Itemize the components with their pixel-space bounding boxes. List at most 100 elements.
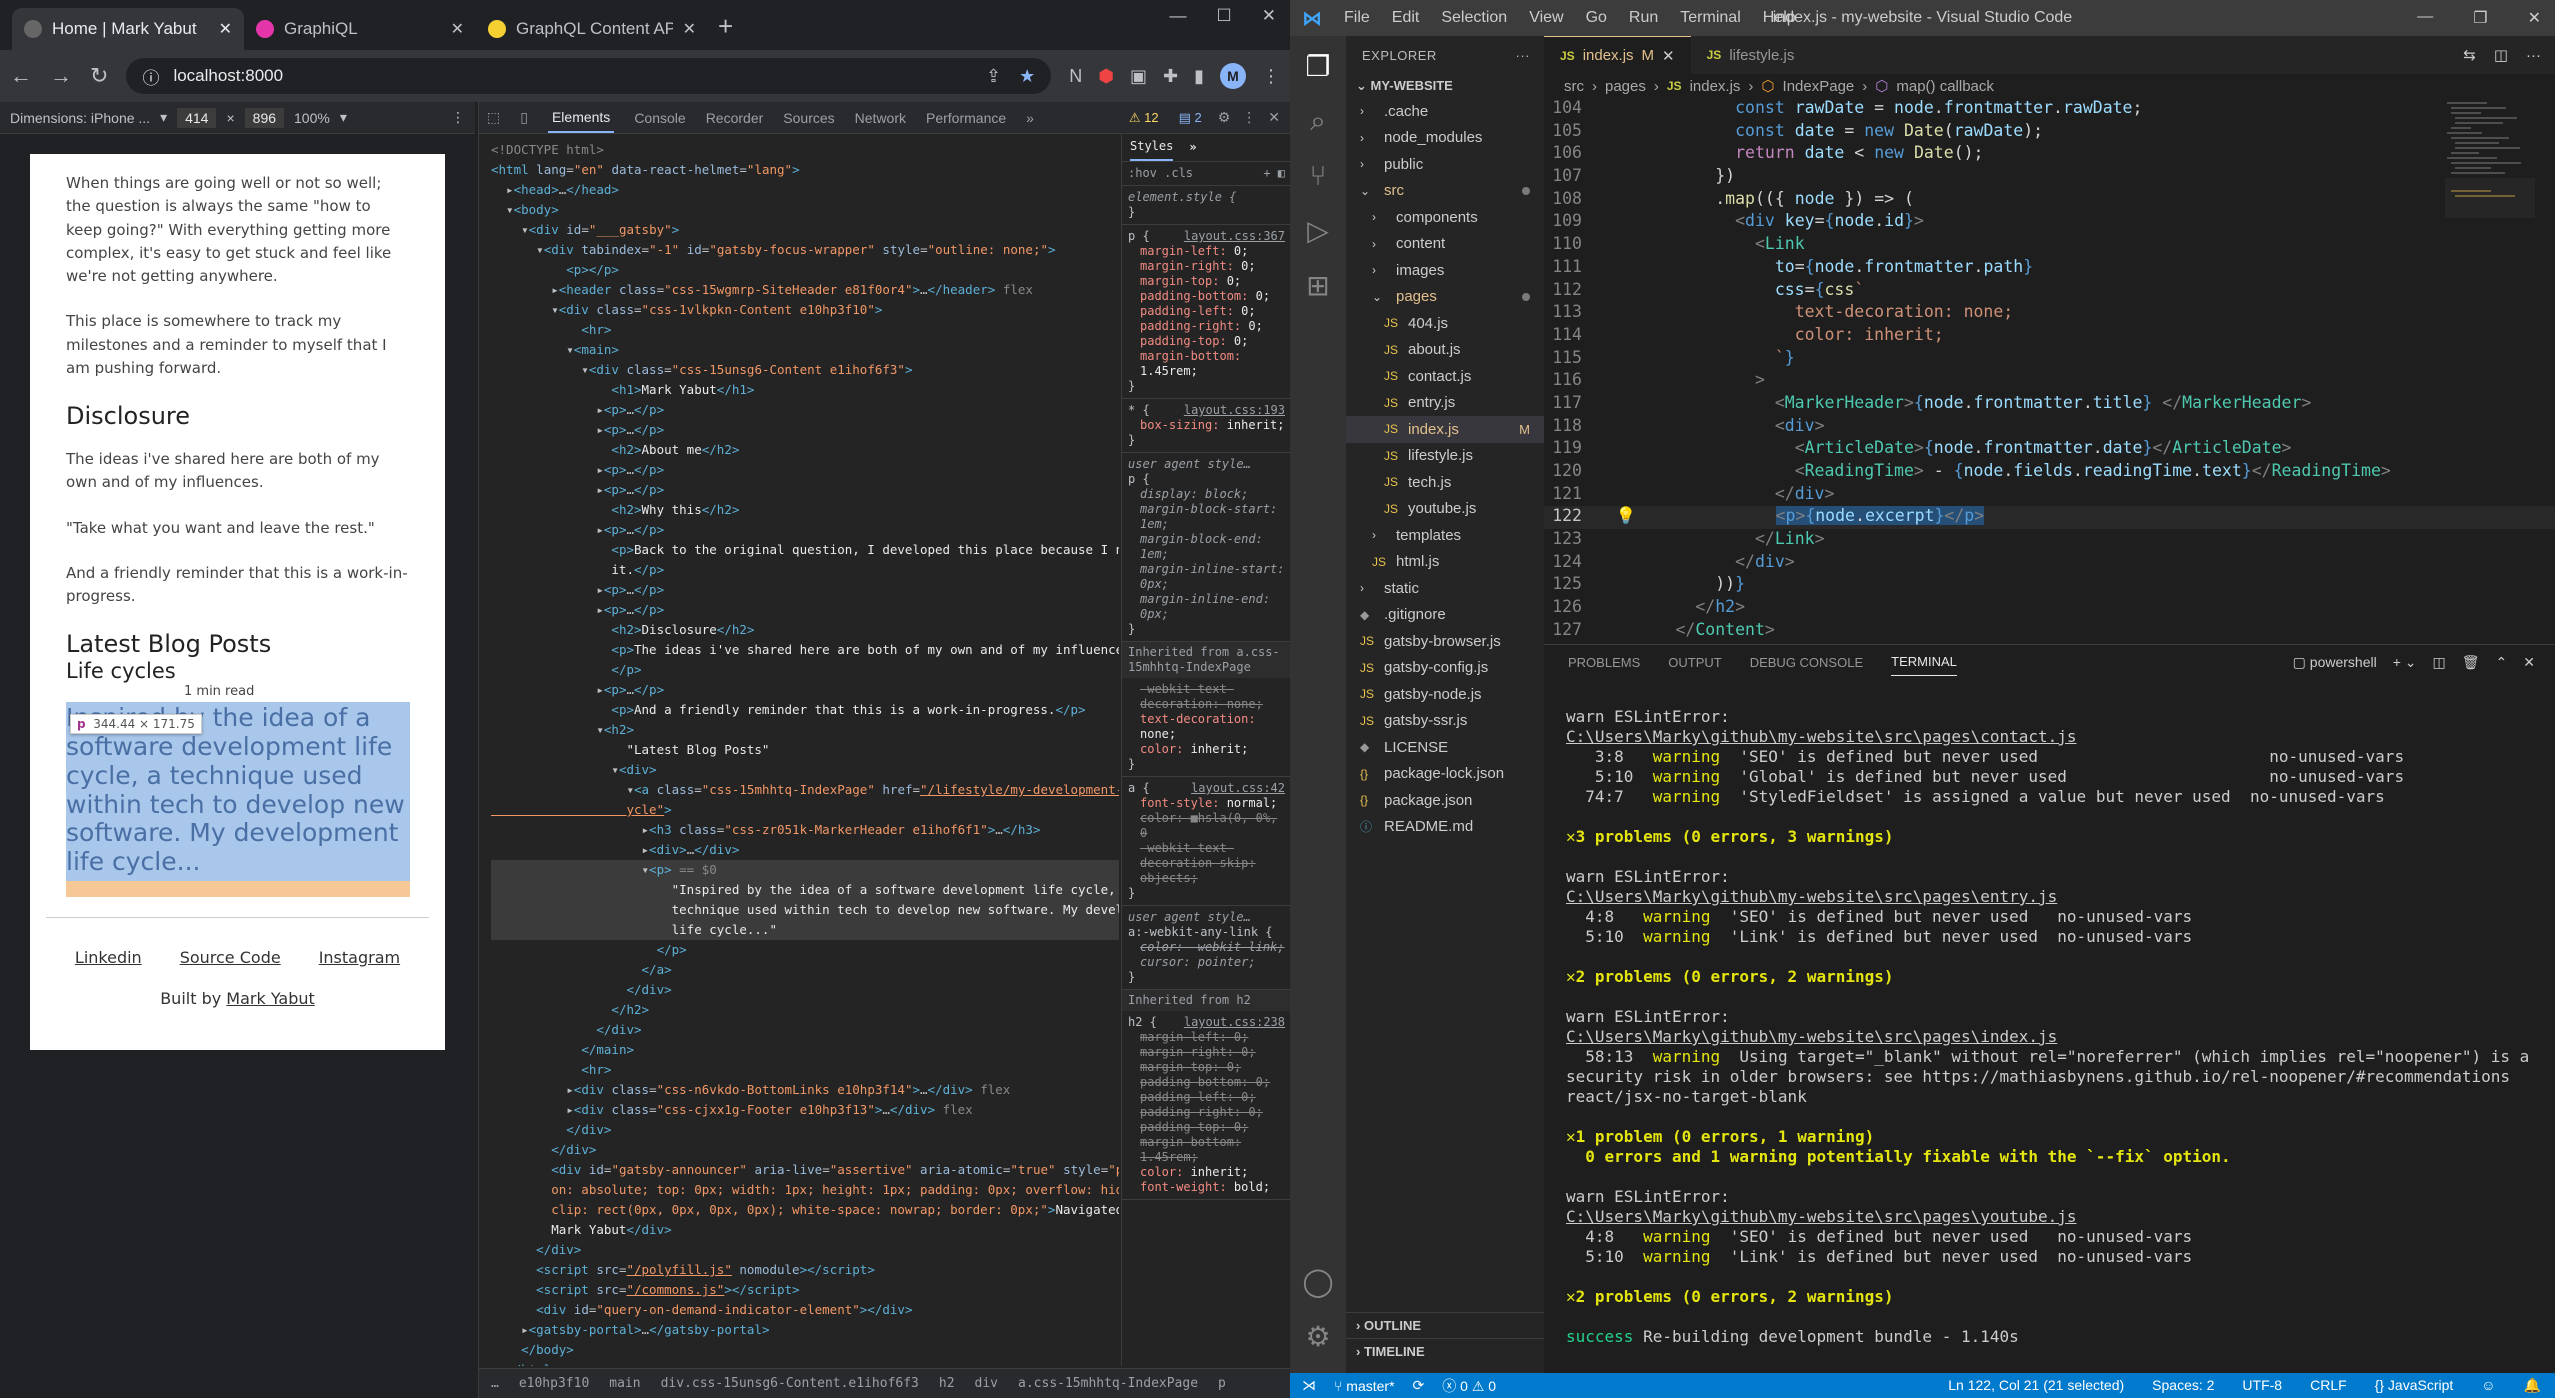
file-tree-item[interactable]: › images bbox=[1346, 257, 1544, 284]
author-link[interactable]: Mark Yabut bbox=[226, 989, 314, 1008]
new-tab-button[interactable]: + bbox=[718, 11, 733, 42]
warning-badge[interactable]: ⚠ 12 bbox=[1125, 110, 1163, 126]
timeline-section[interactable]: › TIMELINE bbox=[1346, 1338, 1544, 1364]
encoding[interactable]: UTF-8 bbox=[2242, 1377, 2282, 1394]
editor-tab-index[interactable]: JS index.js M ✕ bbox=[1544, 36, 1691, 74]
explorer-files-icon[interactable]: ❐ bbox=[1305, 50, 1330, 83]
tab-problems[interactable]: PROBLEMS bbox=[1568, 655, 1640, 670]
terminal-output[interactable]: warn ESLintError: C:\Users\Marky\github\… bbox=[1544, 679, 2555, 1347]
file-tree-item[interactable]: JS gatsby-ssr.js bbox=[1346, 708, 1544, 735]
editor-tab-lifestyle[interactable]: JS lifestyle.js bbox=[1691, 36, 1811, 74]
device-more-icon[interactable]: ⋮ bbox=[451, 109, 465, 126]
close-panel-icon[interactable]: ✕ bbox=[2523, 654, 2535, 671]
file-tree-item[interactable]: ⌄ src bbox=[1346, 178, 1544, 205]
restore-icon[interactable]: ❐ bbox=[2473, 8, 2487, 28]
file-tree-item[interactable]: JS gatsby-browser.js bbox=[1346, 628, 1544, 655]
tab-network[interactable]: Network bbox=[855, 110, 906, 126]
menu-run[interactable]: Run bbox=[1629, 9, 1658, 27]
kill-terminal-icon[interactable]: 🗑 bbox=[2462, 654, 2480, 671]
editor-more-icon[interactable]: ··· bbox=[2526, 47, 2541, 64]
crumb-item[interactable]: src bbox=[1564, 78, 1584, 95]
inspect-icon[interactable]: ⬚ bbox=[487, 109, 500, 126]
menu-selection[interactable]: Selection bbox=[1441, 9, 1507, 27]
file-tree-item[interactable]: › content bbox=[1346, 231, 1544, 258]
zoom-select[interactable]: 100% bbox=[294, 110, 330, 126]
menu-edit[interactable]: Edit bbox=[1392, 9, 1420, 27]
menu-file[interactable]: File bbox=[1344, 9, 1370, 27]
file-tree-item[interactable]: › .cache bbox=[1346, 98, 1544, 125]
minimap[interactable] bbox=[2445, 98, 2535, 398]
minimize-icon[interactable]: — bbox=[2417, 8, 2433, 28]
remote-icon[interactable]: ⋊ bbox=[1302, 1377, 1316, 1394]
file-tree-item[interactable]: ⌄ pages bbox=[1346, 284, 1544, 311]
source-control-icon[interactable]: ⑂ bbox=[1310, 160, 1327, 192]
extensions-icon[interactable]: ⊞ bbox=[1306, 269, 1329, 302]
minimize-icon[interactable]: — bbox=[1170, 6, 1187, 26]
linkedin-link[interactable]: Linkedin bbox=[75, 948, 142, 967]
file-tree-item[interactable]: {} package.json bbox=[1346, 787, 1544, 814]
menu-go[interactable]: Go bbox=[1586, 9, 1607, 27]
extension-icon[interactable]: ▣ bbox=[1130, 66, 1147, 87]
more-styles-icon[interactable]: » bbox=[1189, 140, 1196, 155]
tab-performance[interactable]: Performance bbox=[926, 110, 1006, 126]
close-tab-icon[interactable]: ✕ bbox=[451, 19, 464, 39]
browser-tab-contentful[interactable]: GraphQL Content API | Contentful ✕ bbox=[476, 8, 708, 50]
crumb-item[interactable]: pages bbox=[1605, 78, 1646, 95]
code-lines[interactable]: 104 const rawDate = node.frontmatter.raw… bbox=[1544, 98, 2555, 644]
close-window-icon[interactable]: ✕ bbox=[2528, 8, 2541, 28]
file-tree-item[interactable]: JS 404.js bbox=[1346, 310, 1544, 337]
menu-terminal[interactable]: Terminal bbox=[1680, 9, 1740, 27]
tab-styles[interactable]: Styles bbox=[1130, 134, 1174, 161]
run-debug-icon[interactable]: ▷ bbox=[1307, 214, 1329, 247]
device-height-input[interactable]: 896 bbox=[244, 107, 285, 128]
reload-icon[interactable]: ↻ bbox=[90, 63, 108, 89]
crumb-item[interactable]: e10hp3f10 bbox=[519, 1376, 589, 1391]
language-mode[interactable]: {} JavaScript bbox=[2375, 1377, 2454, 1394]
back-icon[interactable]: ← bbox=[10, 63, 32, 89]
tab-recorder[interactable]: Recorder bbox=[706, 110, 764, 126]
close-tab-icon[interactable]: ✕ bbox=[219, 19, 232, 39]
file-tree-item[interactable]: › node_modules bbox=[1346, 125, 1544, 152]
file-tree-item[interactable]: JS about.js bbox=[1346, 337, 1544, 364]
outline-section[interactable]: › OUTLINE bbox=[1346, 1312, 1544, 1338]
crumb-item[interactable]: IndexPage bbox=[1783, 78, 1855, 95]
file-tree-item[interactable]: JS lifestyle.js bbox=[1346, 443, 1544, 470]
crumb-item[interactable]: div.css-15unsg6-Content.e1ihof6f3 bbox=[661, 1376, 919, 1391]
crumb-item[interactable]: index.js bbox=[1690, 78, 1741, 95]
notion-extension-icon[interactable]: N bbox=[1069, 66, 1082, 87]
issues-badge[interactable]: ▤ 2 bbox=[1175, 110, 1206, 126]
crumb-item[interactable]: map() callback bbox=[1896, 78, 1994, 95]
file-tree-item[interactable]: JS youtube.js bbox=[1346, 496, 1544, 523]
line-endings[interactable]: CRLF bbox=[2310, 1377, 2347, 1394]
styles-filter[interactable]: :hov .cls + ◧ bbox=[1122, 162, 1291, 186]
browser-tab-home[interactable]: Home | Mark Yabut ✕ bbox=[12, 8, 244, 50]
menu-help[interactable]: Help bbox=[1763, 9, 1796, 27]
file-tree-item[interactable]: › components bbox=[1346, 204, 1544, 231]
browser-tab-graphiql[interactable]: GraphiQL ✕ bbox=[244, 8, 476, 50]
bookmark-star-icon[interactable]: ★ bbox=[1019, 66, 1035, 87]
crumb-item[interactable]: div bbox=[975, 1376, 998, 1391]
puzzle-extensions-icon[interactable]: ✚ bbox=[1163, 66, 1178, 87]
manage-gear-icon[interactable]: ⚙ bbox=[1305, 1320, 1330, 1353]
crumb-item[interactable]: a.css-15mhhtq-IndexPage bbox=[1018, 1376, 1198, 1391]
source-code-link[interactable]: Source Code bbox=[180, 948, 281, 967]
account-icon[interactable]: ◯ bbox=[1302, 1265, 1333, 1298]
tab-elements[interactable]: Elements bbox=[547, 103, 615, 133]
close-tab-icon[interactable]: ✕ bbox=[1662, 47, 1675, 65]
menu-kebab-icon[interactable]: ⋮ bbox=[1262, 66, 1280, 87]
device-select[interactable]: Dimensions: iPhone ... bbox=[10, 110, 150, 126]
compare-icon[interactable]: ⇆ bbox=[2463, 46, 2476, 64]
info-icon[interactable]: ⓘ bbox=[142, 64, 159, 89]
explorer-more-icon[interactable]: ··· bbox=[1516, 48, 1531, 63]
file-tree-item[interactable]: JS contact.js bbox=[1346, 363, 1544, 390]
feedback-icon[interactable]: ☺ bbox=[2481, 1377, 2495, 1394]
device-toggle-icon[interactable]: ▯ bbox=[520, 109, 528, 126]
hov-cls-toggles[interactable]: :hov .cls bbox=[1128, 166, 1193, 180]
dom-tree[interactable]: <!DOCTYPE html> <html lang="en" data-rea… bbox=[479, 134, 1119, 1366]
device-width-input[interactable]: 414 bbox=[177, 107, 217, 128]
crumb-item[interactable]: main bbox=[609, 1376, 640, 1391]
instagram-link[interactable]: Instagram bbox=[319, 948, 400, 967]
sync-icon[interactable]: ⟳ bbox=[1413, 1377, 1425, 1394]
file-tree-item[interactable]: JS tech.js bbox=[1346, 469, 1544, 496]
sidepanel-icon[interactable]: ▮ bbox=[1194, 66, 1204, 87]
